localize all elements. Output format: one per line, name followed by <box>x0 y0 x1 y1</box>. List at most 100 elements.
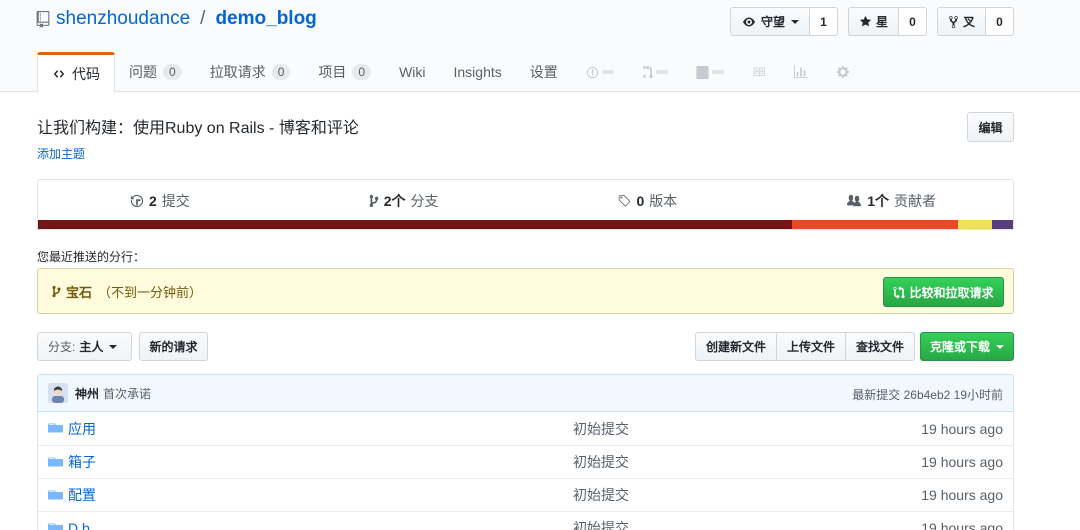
compare-label: 比较和拉取请求 <box>909 285 994 300</box>
file-name-link[interactable]: D b <box>68 520 90 530</box>
file-commit-link[interactable]: 初始提交 <box>573 419 629 439</box>
git-branch-icon <box>52 285 61 297</box>
edit-button[interactable]: 编辑 <box>967 112 1014 142</box>
table-row: D b 初始提交 19 hours ago <box>38 511 1013 530</box>
commits-link[interactable]: 2 提交 <box>38 191 282 211</box>
repo-icon <box>36 10 50 28</box>
placeholder-bar <box>655 70 668 74</box>
file-age: 19 hours ago <box>921 520 1003 530</box>
people-icon <box>847 194 862 206</box>
clone-download-button[interactable]: 克隆或下载 <box>920 332 1014 361</box>
tab-extra-issues[interactable] <box>572 52 628 92</box>
tab-projects[interactable]: 项目 0 <box>304 52 385 92</box>
contributors-count: 1个 <box>867 192 890 209</box>
numbers-summary: 2 提交 2个 分支 0 版本 1个 贡献者 <box>38 180 1013 221</box>
upload-files-button[interactable]: 上传文件 <box>776 332 847 361</box>
commit-message-link[interactable]: 首次承诺 <box>103 385 151 402</box>
tab-wiki[interactable]: Wiki <box>385 52 439 92</box>
repo-owner-link[interactable]: shenzhoudance <box>56 8 190 30</box>
watch-button[interactable]: 守望 <box>729 7 810 36</box>
issues-counter: 0 <box>163 64 182 80</box>
repo-name-link[interactable]: demo_blog <box>215 8 316 30</box>
placeholder-bar <box>711 70 724 74</box>
table-row: 配置 初始提交 19 hours ago <box>38 478 1013 511</box>
file-commit-link[interactable]: 初始提交 <box>573 518 629 530</box>
star-icon <box>859 15 872 27</box>
tab-issues-label: 问题 <box>129 64 157 80</box>
watch-count[interactable]: 1 <box>809 7 838 36</box>
file-name-link[interactable]: 应用 <box>68 419 96 439</box>
repo-separator: / <box>200 8 206 29</box>
latest-commit-bar: 神州 首次承诺 最新提交 26b4eb2 19小时前 <box>37 374 1014 412</box>
avatar[interactable] <box>48 383 68 403</box>
tab-extra-projects[interactable] <box>682 52 738 92</box>
tab-issues[interactable]: 问题 0 <box>115 52 196 92</box>
contributors-label: 贡献者 <box>894 192 937 209</box>
branches-count: 2个 <box>383 192 406 209</box>
language-bar[interactable] <box>38 220 1013 229</box>
file-name-link[interactable]: 箱子 <box>68 452 96 472</box>
branch-select-value: 主人 <box>79 340 104 354</box>
file-age: 19 hours ago <box>921 487 1003 503</box>
fork-icon <box>949 15 958 28</box>
recent-branch-notice: 宝石 （不到一分钟前） <box>37 268 1014 314</box>
commit-author-link[interactable]: 神州 <box>75 385 99 402</box>
repo-description: 让我们构建：使用Ruby on Rails - 博客和评论 <box>37 120 359 137</box>
find-file-button[interactable]: 查找文件 <box>845 332 916 361</box>
fork-count[interactable]: 0 <box>986 7 1014 36</box>
star-count[interactable]: 0 <box>898 7 927 36</box>
tab-code-label: 代码 <box>72 65 100 82</box>
watch-group: 守望 1 <box>729 7 838 36</box>
file-age: 19 hours ago <box>921 420 1003 437</box>
tab-extra-wiki[interactable] <box>738 52 780 92</box>
branch-select-button[interactable]: 分支: 主人 <box>37 332 132 361</box>
tab-extra-pulls[interactable] <box>628 52 682 92</box>
pulls-counter: 0 <box>271 64 291 80</box>
tab-code[interactable]: 代码 <box>37 52 115 93</box>
language-segment[interactable] <box>38 220 792 229</box>
releases-link[interactable]: 0 版本 <box>526 191 770 211</box>
file-commit-link[interactable]: 初始提交 <box>573 485 629 505</box>
fork-button[interactable]: 叉 <box>936 7 986 36</box>
file-age: 19 hours ago <box>921 454 1003 470</box>
create-file-button[interactable]: 创建新文件 <box>695 332 778 361</box>
tag-icon <box>619 194 631 206</box>
folder-icon <box>48 457 63 467</box>
folder-icon <box>48 423 63 433</box>
tab-pulls-label: 拉取请求 <box>209 64 266 80</box>
language-segment[interactable] <box>791 220 959 229</box>
repo-summary: 2 提交 2个 分支 0 版本 1个 贡献者 <box>37 179 1014 230</box>
file-commit-link[interactable]: 初始提交 <box>573 452 629 472</box>
contributors-link[interactable]: 1个 贡献者 <box>769 191 1013 211</box>
recent-branch-name[interactable]: 宝石 <box>66 282 92 301</box>
tab-extra-insights[interactable] <box>780 52 822 92</box>
git-compare-icon <box>893 285 906 299</box>
tab-projects-label: 项目 <box>318 64 347 80</box>
branch-select-label: 分支: <box>48 340 76 354</box>
fork-label: 叉 <box>962 15 975 29</box>
repo-header: shenzhoudance / demo_blog 守望 1 星 0 叉 0 代… <box>0 0 1080 93</box>
new-pull-request-button[interactable]: 新的请求 <box>139 332 208 361</box>
tab-extra-settings[interactable] <box>822 52 864 92</box>
compare-pull-request-button[interactable]: 比较和拉取请求 <box>883 277 1004 307</box>
eye-icon <box>742 17 755 26</box>
language-segment[interactable] <box>991 220 1013 229</box>
branches-link[interactable]: 2个 分支 <box>282 191 526 211</box>
tab-pull-requests[interactable]: 拉取请求 0 <box>196 52 305 92</box>
star-button[interactable]: 星 <box>847 7 899 36</box>
table-row: 应用 初始提交 19 hours ago <box>38 412 1013 445</box>
chevron-down-icon <box>790 19 799 24</box>
file-name-link[interactable]: 配置 <box>68 485 96 505</box>
clone-label: 克隆或下载 <box>929 340 990 354</box>
language-segment[interactable] <box>958 220 992 229</box>
tab-insights[interactable]: Insights <box>440 52 516 92</box>
add-topics-link[interactable]: 添加主题 <box>37 145 85 162</box>
tab-settings[interactable]: 设置 <box>516 52 572 92</box>
latest-commit-meta[interactable]: 最新提交 26b4eb2 19小时前 <box>852 386 1003 403</box>
projects-counter: 0 <box>352 64 372 80</box>
git-pull-request-icon <box>642 65 653 79</box>
book-icon <box>753 67 765 77</box>
watch-label: 守望 <box>760 15 785 29</box>
branches-label: 分支 <box>410 192 439 209</box>
chevron-down-icon <box>996 344 1004 349</box>
